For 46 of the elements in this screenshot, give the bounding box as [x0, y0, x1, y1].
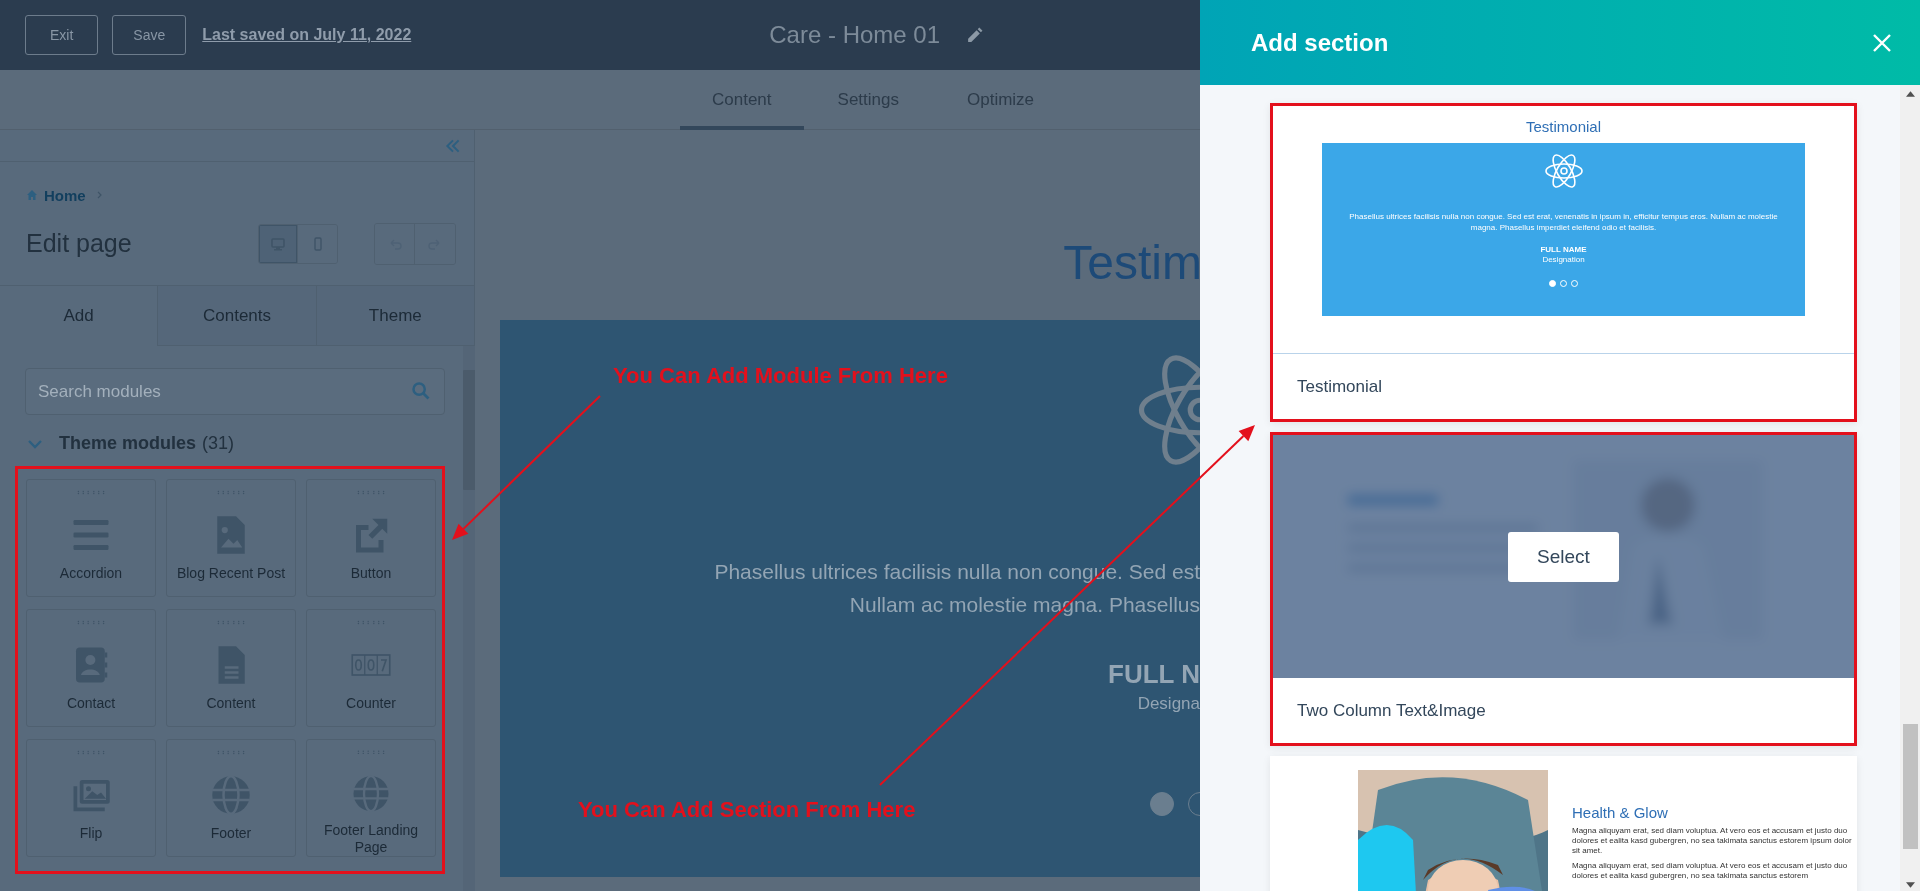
section-label: Testimonial	[1297, 376, 1383, 397]
section-card[interactable]: Select Two Column Text&Image	[1270, 432, 1857, 746]
module-tile[interactable]: Button	[306, 479, 436, 597]
drawer-title: Add section	[1251, 28, 1389, 57]
exit-button[interactable]: Save	[112, 15, 187, 55]
module-label: Content	[205, 695, 257, 712]
module-label: Button	[349, 565, 393, 582]
preview-paragraph: Magna aliquyam erat, sed diam voluptua. At vero eos et accusam et justo duo dolores et ealita kasd gubergren, no sea takimata sanctus estorem	[1572, 861, 1849, 881]
preview-paragraph: Magna aliquyam erat, sed diam voluptua. At vero eos et accusam et justo duo dolores et ealita kasd gubergren, no sea takimata sanctus estorem ipsum dolor sit amet.	[1572, 826, 1852, 856]
person-name: FULL N	[1108, 659, 1200, 690]
module-label: Footer Landing Page	[322, 822, 420, 856]
group-title[interactable]: Theme modules	[59, 433, 197, 454]
exit-button[interactable]: Exit	[25, 15, 99, 55]
module-tile[interactable]: Blog Recent Post	[166, 479, 296, 597]
module-label: Blog Recent Post	[175, 565, 287, 582]
module-tile[interactable]: Contact	[26, 609, 156, 727]
sidebar-title: Edit page	[26, 229, 133, 258]
sidebar-tab[interactable]: Theme	[315, 286, 474, 346]
module-label: Footer	[209, 825, 253, 842]
module-label: Flip	[78, 825, 104, 842]
module-tile[interactable]: Counter	[306, 609, 436, 727]
module-label: Counter	[345, 695, 397, 712]
annotation-text: You Can Add Module From Here	[613, 363, 948, 389]
module-tile[interactable]: Accordion	[26, 479, 156, 597]
preview-heading: Health & Glow	[1572, 804, 1669, 821]
module-tile[interactable]: Content	[166, 609, 296, 727]
select-button[interactable]: Select	[1508, 532, 1619, 582]
preview-name: FULL NAME	[1540, 245, 1587, 254]
last-saved-link[interactable]: Last saved on July 11, 2022	[202, 26, 412, 44]
module-tile[interactable]: Footer	[166, 739, 296, 857]
preview-quote: Phasellus ultrices facilisis nulla non congue. Sed est erat, venenatis in ipsum in, efficitur tempus eros. Nullam ac molestie magna. Phasellus imperdiet eleifend odio et facilisis.	[1348, 211, 1779, 233]
page-title: Care - Home 01	[769, 21, 940, 49]
preview-heading: Testimonial	[1526, 118, 1601, 135]
module-label: Accordion	[58, 565, 124, 582]
person-role: Designa	[1137, 694, 1200, 714]
module-tile[interactable]: Flip	[26, 739, 156, 857]
search-field[interactable]: Search modules	[25, 368, 445, 415]
module-tile[interactable]: Footer Landing Page	[306, 739, 436, 857]
sidebar-tab[interactable]: Contents	[157, 286, 316, 346]
section-heading: Testim	[1063, 235, 1200, 291]
section-label: Two Column Text&Image	[1297, 700, 1486, 721]
breadcrumb-link[interactable]: Home	[44, 186, 86, 204]
module-label: Contact	[65, 695, 117, 712]
annotation-text: You Can Add Section From Here	[578, 797, 916, 823]
group-count: (31)	[202, 433, 235, 454]
preview-role: Designation	[1542, 255, 1585, 264]
